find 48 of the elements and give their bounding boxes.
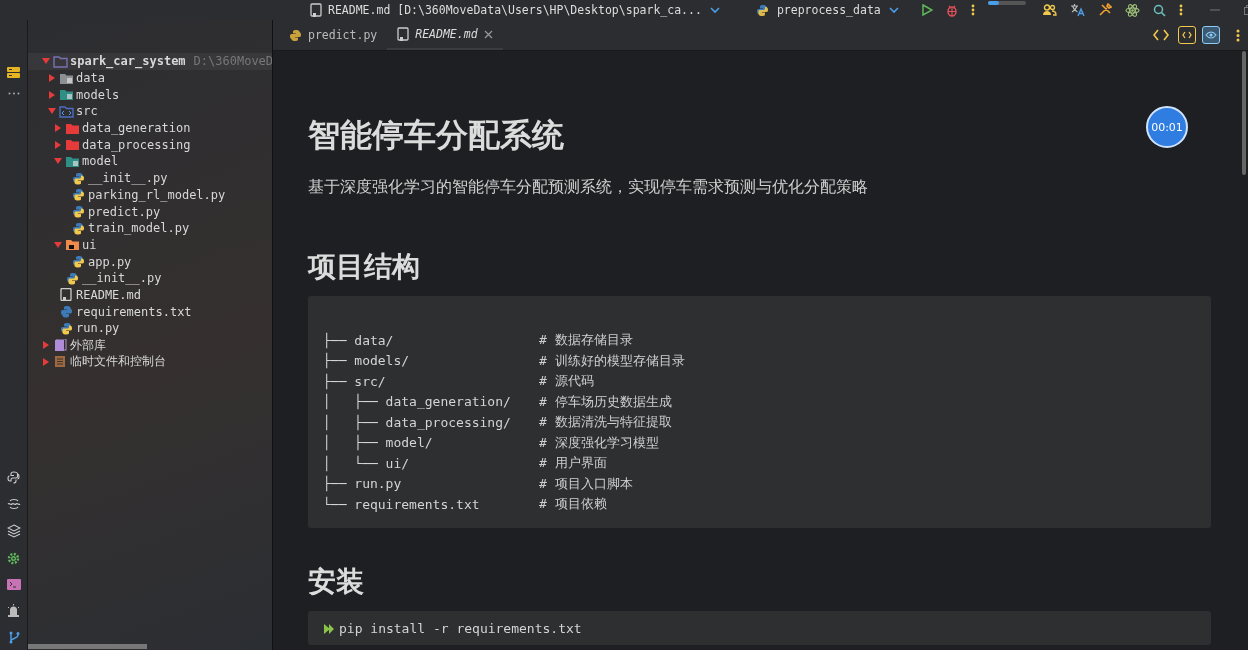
tree-item[interactable]: train_model.py (88, 221, 190, 236)
code-comment: # 深度强化学习模型 (539, 433, 659, 452)
code-text: │ ├── data_generation/ (323, 394, 512, 410)
tree-item[interactable]: src (76, 104, 98, 119)
tree-item[interactable]: 临时文件和控制台 (70, 353, 166, 371)
code-comment: # 项目入口脚本 (539, 474, 633, 493)
code-comment: # 数据存储目录 (539, 331, 633, 350)
tree-item[interactable]: spark_car_system (70, 54, 186, 69)
tree-item[interactable]: data_generation (82, 121, 191, 136)
tree-item[interactable]: model (82, 154, 119, 169)
intro-paragraph: 基于深度强化学习的智能停车分配预测系统，实现停车需求预测与优化分配策略 (308, 177, 869, 198)
project-path: D:\360MoveD (193, 54, 272, 69)
code-text: pip install -r requirements.txt (339, 621, 582, 637)
code-text: ├── run.py (323, 476, 403, 492)
tree-item[interactable]: data (76, 71, 105, 86)
run-configuration[interactable]: preprocess_data (749, 3, 905, 17)
code-comment: # 项目依赖 (539, 495, 607, 514)
code-comment: # 训练好的模型存储目录 (539, 351, 685, 370)
tree-item[interactable]: run.py (76, 321, 120, 336)
tree-item[interactable]: data_processing (82, 137, 191, 152)
code-comment: # 数据清洗与特征提取 (539, 413, 672, 432)
tree-item[interactable]: parking_rl_model.py (88, 187, 226, 202)
code-comment: # 停车场历史数据生成 (539, 392, 672, 411)
recording-timer: 00:01 (1146, 106, 1188, 148)
window-title: README.md [D:\360MoveData\Users\HP\Desktop\spark_ca... (328, 3, 702, 17)
code-comment: # 源代码 (539, 372, 594, 391)
tree-item[interactable]: README.md (76, 287, 142, 302)
tree-item[interactable]: app.py (88, 254, 132, 269)
tree-item[interactable]: ui (82, 237, 97, 252)
code-text: │ ├── model/ (323, 435, 434, 451)
section-heading: 项目结构 (308, 251, 421, 283)
code-text: ├── models/ (323, 353, 411, 369)
code-text: │ └── ui/ (323, 455, 411, 471)
document-title: 智能停车分配系统 (308, 115, 564, 155)
tree-item[interactable]: requirements.txt (76, 304, 192, 319)
code-comment: # 用户界面 (539, 454, 607, 473)
section-heading: 安装 (308, 565, 365, 598)
code-text: ├── data/ (323, 332, 395, 348)
editor-tab[interactable]: README.md (387, 20, 503, 50)
code-text: └── requirements.txt (323, 496, 481, 512)
tree-item[interactable]: predict.py (88, 204, 161, 219)
editor-tab[interactable]: predict.py (279, 20, 388, 50)
tree-item[interactable]: models (76, 87, 120, 102)
code-text: │ ├── data_processing/ (323, 414, 512, 430)
tree-item[interactable]: __init__.py (82, 271, 162, 286)
code-text: ├── src/ (323, 373, 387, 389)
tree-item[interactable]: 外部库 (70, 336, 106, 354)
tree-item[interactable]: __init__.py (88, 171, 168, 186)
